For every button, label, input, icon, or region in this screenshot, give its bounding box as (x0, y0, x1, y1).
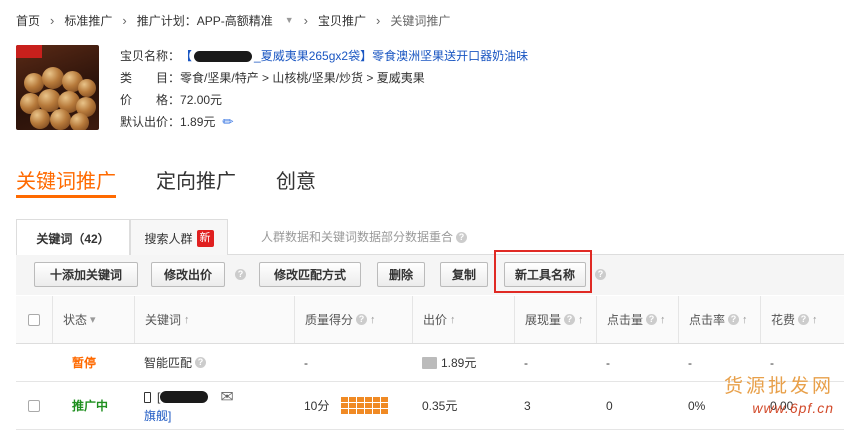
product-name-link[interactable]: 【_夏威夷果265gx2袋】零食澳洲坚果送开口器奶油味 (180, 45, 528, 67)
copy-button[interactable]: 复制 (440, 262, 488, 287)
sort-arrow-icon[interactable]: ↑ (660, 314, 666, 326)
table-row: 暂停 智能匹配? - 1.89元 - - - - (16, 344, 844, 382)
select-all-cell (16, 296, 52, 343)
brand-logo (16, 45, 42, 58)
chevron-down-icon[interactable]: ▼ (285, 15, 294, 25)
breadcrumb-separator: › (122, 12, 127, 28)
header-status[interactable]: 状态 ▾ (52, 296, 134, 343)
impressions-cell: - (524, 355, 528, 370)
product-info: 宝贝名称： 【_夏威夷果265gx2袋】零食澳洲坚果送开口器奶油味 类目： 零食… (120, 45, 528, 133)
default-bid-label: 默认出价： (120, 115, 181, 129)
bid-cell[interactable]: 0.35元 (412, 382, 457, 429)
keyword-cell: [ ✉ 旗舰] (144, 387, 234, 423)
status-cell: 推广中 (62, 382, 108, 429)
clicks-cell: - (606, 355, 610, 370)
header-clicks[interactable]: 点击量? ↑ (596, 296, 678, 343)
breadcrumb-separator: › (376, 12, 381, 28)
sort-arrow-icon[interactable]: ↑ (742, 314, 748, 326)
status-badge: 推广中 (72, 399, 109, 413)
modify-match-button[interactable]: 修改匹配方式 (259, 262, 361, 287)
redacted-mask (160, 391, 209, 403)
impressions-cell: 3 (524, 398, 531, 413)
help-icon[interactable]: ? (235, 269, 246, 280)
tab-keywords[interactable]: 关键词（42） (16, 219, 130, 256)
redacted-mask (194, 51, 253, 63)
help-icon[interactable]: ? (195, 357, 207, 368)
bid-edit-icon (422, 356, 437, 369)
help-icon[interactable]: ? (595, 269, 606, 280)
bid-cell[interactable]: 1.89元 (412, 344, 476, 381)
add-keyword-button[interactable]: 十添加关键词 (34, 262, 138, 287)
breadcrumb-separator: › (50, 12, 55, 28)
quality-score-bar (341, 397, 389, 414)
breadcrumb-standard-promo[interactable]: 标准推广 (64, 12, 112, 29)
status-badge: 暂停 (72, 356, 97, 370)
highlight-box (494, 250, 592, 293)
breadcrumb-plan[interactable]: 推广计划：APP-高额精准 (137, 12, 273, 29)
clicks-cell: 0 (606, 398, 613, 413)
breadcrumb-item-promo[interactable]: 宝贝推广 (318, 12, 366, 29)
watermark-line-1: 货源批发网 (723, 375, 834, 397)
sort-arrow-icon[interactable]: ↑ (812, 314, 818, 326)
help-icon[interactable]: ? (456, 232, 468, 244)
breadcrumb-home[interactable]: 首页 (16, 12, 40, 29)
mobile-icon (144, 391, 151, 403)
row-select-cell (16, 382, 52, 429)
price-label: 价 (120, 93, 133, 107)
breadcrumb: 首页 › 标准推广 › 推广计划：APP-高额精准 ▼ › 宝贝推广 › 关键词… (16, 11, 450, 29)
sub-tabs: 关键词（42） 搜索人群 新 人群数据和关键词数据部分数据重合? (16, 215, 844, 256)
breadcrumb-current: 关键词推广 (390, 13, 451, 28)
header-ctr[interactable]: 点击率? ↑ (678, 296, 760, 343)
category-label: 类 (120, 71, 133, 85)
table-header: 状态 ▾ 关键词 ↑ 质量得分? ↑ 出价 ↑ 展现量? ↑ 点击量? ↑ 点击率? ↑ 花费… (16, 296, 844, 344)
header-quality-score[interactable]: 质量得分? ↑ (294, 296, 412, 343)
sort-arrow-icon[interactable]: ↑ (450, 314, 456, 326)
product-name-label: 宝贝名称： (120, 49, 181, 63)
delete-button[interactable]: 删除 (377, 262, 425, 287)
watermark-line-2: www.6pf.cn (752, 400, 834, 416)
keyword-link[interactable]: 旗舰] (144, 409, 171, 423)
new-badge: 新 (196, 229, 214, 247)
main-tabs: 关键词推广 定向推广 创意 (16, 168, 356, 198)
keyword-cell: 智能匹配? (134, 344, 207, 381)
envelope-icon[interactable]: ✉ (220, 387, 233, 407)
category-value: 零食/坚果/特产 > 山核桃/坚果/炒货 > 夏威夷果 (180, 71, 425, 85)
breadcrumb-separator: › (303, 12, 308, 28)
help-icon[interactable]: ? (798, 314, 810, 325)
header-keyword[interactable]: 关键词 ↑ (134, 296, 294, 343)
data-overlap-note: 人群数据和关键词数据部分数据重合? (261, 228, 468, 245)
header-impressions[interactable]: 展现量? ↑ (514, 296, 596, 343)
status-cell: 暂停 (62, 344, 96, 381)
help-icon[interactable]: ? (646, 314, 658, 325)
tab-keyword-promo[interactable]: 关键词推广 (16, 168, 116, 198)
tab-creative[interactable]: 创意 (276, 168, 316, 198)
sort-arrow-icon[interactable]: ↑ (370, 314, 376, 326)
table-row: 推广中 [ ✉ 旗舰] 10分 0.35元 3 0 0% 0.00 (16, 382, 844, 430)
help-icon[interactable]: ? (728, 314, 740, 325)
quality-cell: - (304, 355, 308, 370)
toolbar: 十添加关键词 修改出价 ? 修改匹配方式 删除 复制 新工具名称 ? (16, 255, 844, 295)
sort-arrow-icon[interactable]: ↑ (578, 314, 584, 326)
ctr-cell: - (688, 355, 692, 370)
row-checkbox[interactable] (28, 399, 40, 412)
sort-arrow-icon[interactable]: ↑ (184, 314, 190, 326)
product-thumbnail[interactable] (16, 45, 99, 130)
default-bid-value: 1.89元 (180, 115, 216, 129)
modify-bid-button[interactable]: 修改出价 (151, 262, 225, 287)
price-value: 72.00元 (180, 93, 223, 107)
help-icon[interactable]: ? (356, 314, 368, 325)
header-cost[interactable]: 花费? ↑ (760, 296, 844, 343)
tab-search-crowd[interactable]: 搜索人群 新 (130, 219, 228, 256)
select-all-checkbox[interactable] (28, 313, 40, 326)
ctr-cell: 0% (688, 398, 706, 413)
pencil-icon[interactable]: ✎ (217, 110, 240, 133)
watermark: 货源批发网 www.6pf.cn (724, 371, 834, 416)
quality-cell: 10分 (294, 382, 389, 429)
help-icon[interactable]: ? (564, 314, 576, 325)
chevron-down-icon[interactable]: ▾ (90, 313, 96, 326)
tab-targeted-promo[interactable]: 定向推广 (156, 168, 236, 198)
header-bid[interactable]: 出价 ↑ (412, 296, 514, 343)
